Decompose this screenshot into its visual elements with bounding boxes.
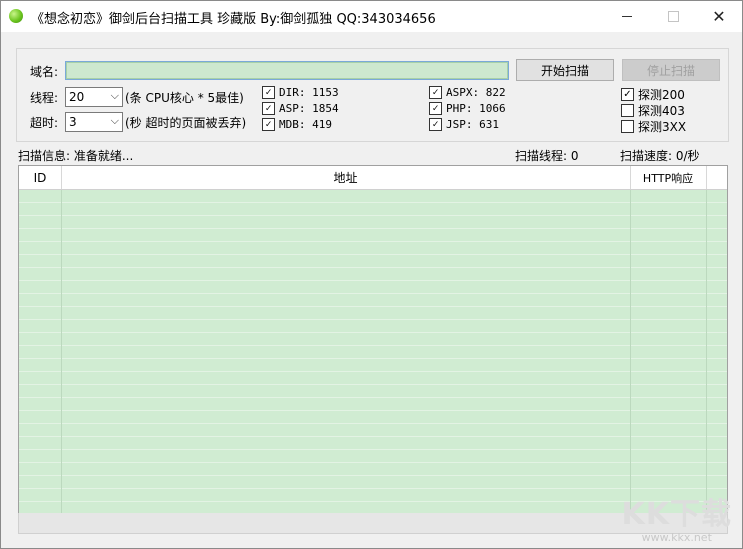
dict-label: JSP: 631 [446,118,499,131]
scan-speed-status: 扫描速度: 0/秒 [620,149,700,163]
checkbox-icon: ✓ [262,102,275,115]
app-icon [9,9,23,23]
watermark-logo: KK下载 [621,497,732,532]
checkbox-icon: ✓ [262,118,275,131]
column-header-http[interactable]: HTTP响应 [630,166,707,189]
column-divider [630,190,631,513]
dict-checkbox-jsp[interactable]: ✓ JSP: 631 [429,118,499,131]
dict-checkbox-mdb[interactable]: ✓ MDB: 419 [262,118,332,131]
checkbox-icon: ✓ [429,102,442,115]
checkbox-icon [621,104,634,117]
chevron-down-icon: ⌵ [110,89,119,102]
probe-label: 探测200 [638,88,685,102]
main-window: 《想念初恋》御剑后台扫描工具 珍藏版 By:御剑孤独 QQ:343034656 … [0,0,743,549]
watermark-url: www.kkx.net [641,531,712,544]
dict-label: PHP: 1066 [446,102,506,115]
watermark: KK下载 www.kkx.net [621,497,733,545]
maximize-button[interactable] [650,1,696,32]
maximize-icon [667,11,679,22]
minimize-button[interactable] [604,1,650,32]
domain-label: 域名: [30,65,59,79]
column-divider [61,190,62,513]
chevron-down-icon: ⌵ [110,114,119,127]
results-table[interactable]: ID 地址 HTTP响应 [18,165,728,514]
column-header-address[interactable]: 地址 [61,166,631,189]
checkbox-icon [621,120,634,133]
probe-checkbox-403[interactable]: 探测403 [621,102,685,119]
dict-checkbox-dir[interactable]: ✓ DIR: 1153 [262,86,339,99]
timeout-hint: (秒 超时的页面被丢弃) [125,116,247,130]
dict-checkbox-asp[interactable]: ✓ ASP: 1854 [262,102,339,115]
timeout-label: 超时: [30,116,59,130]
checkbox-icon: ✓ [429,118,442,131]
scan-info-status: 扫描信息: 准备就绪... [18,149,134,163]
column-header-id[interactable]: ID [19,166,62,189]
threads-label: 线程: [30,91,59,105]
close-icon: ✕ [712,7,726,26]
threads-select[interactable]: 20 ⌵ [65,87,123,107]
stop-scan-button[interactable]: 停止扫描 [622,59,720,81]
probe-checkbox-200[interactable]: ✓ 探测200 [621,86,685,103]
domain-input[interactable] [65,61,509,80]
threads-hint: (条 CPU核心 * 5最佳) [125,91,244,105]
close-button[interactable]: ✕ [696,1,742,32]
timeout-value: 3 [69,115,77,129]
threads-value: 20 [69,90,85,104]
checkbox-icon: ✓ [621,88,634,101]
title-bar[interactable]: 《想念初恋》御剑后台扫描工具 珍藏版 By:御剑孤独 QQ:343034656 … [1,1,742,32]
dict-checkbox-php[interactable]: ✓ PHP: 1066 [429,102,506,115]
window-title: 《想念初恋》御剑后台扫描工具 珍藏版 By:御剑孤独 QQ:343034656 [31,12,436,27]
timeout-select[interactable]: 3 ⌵ [65,112,123,132]
table-rows [19,190,727,513]
probe-label: 探测3XX [638,120,687,134]
checkbox-icon: ✓ [429,86,442,99]
probe-label: 探测403 [638,104,685,118]
checkbox-icon: ✓ [262,86,275,99]
start-scan-button[interactable]: 开始扫描 [516,59,614,81]
table-header: ID 地址 HTTP响应 [19,166,727,190]
dict-label: ASPX: 822 [446,86,506,99]
column-divider [706,190,707,513]
dict-label: ASP: 1854 [279,102,339,115]
minimize-icon [622,16,632,17]
dict-label: MDB: 419 [279,118,332,131]
probe-checkbox-3xx[interactable]: 探测3XX [621,118,686,135]
scan-threads-status: 扫描线程: 0 [515,149,579,163]
dict-label: DIR: 1153 [279,86,339,99]
dict-checkbox-aspx[interactable]: ✓ ASPX: 822 [429,86,506,99]
